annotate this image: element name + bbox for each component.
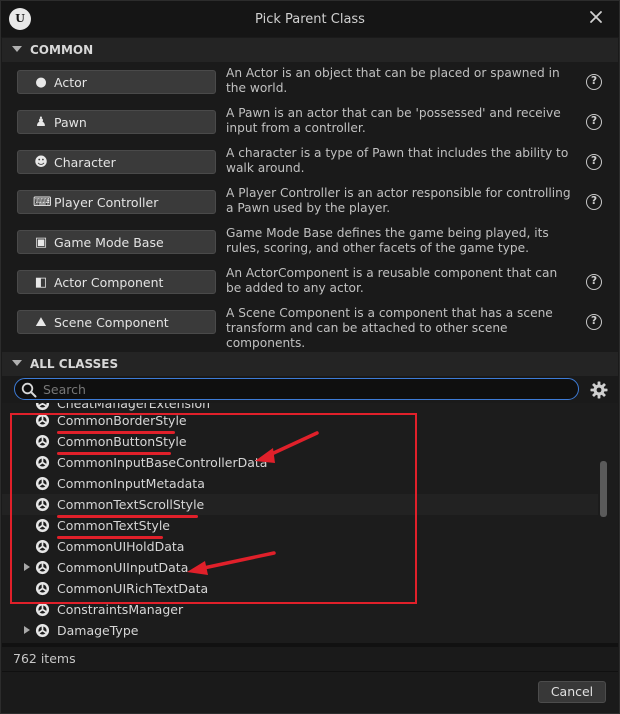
blueprint-class-icon: [35, 497, 50, 512]
close-icon: [590, 11, 602, 23]
class-description: A Pawn is an actor that can be 'possesse…: [226, 106, 561, 135]
class-name: CommonTextStyle: [57, 518, 170, 533]
class-list-row[interactable]: CommonTextScrollStyle: [2, 494, 598, 515]
horizontal-divider: [2, 643, 618, 647]
help-icon[interactable]: ?: [586, 314, 602, 330]
class-button-label: Player Controller: [54, 195, 159, 210]
select-class-button[interactable]: ⌨ Player Controller: [17, 190, 216, 214]
search-input[interactable]: [43, 380, 568, 398]
blueprint-class-icon: [35, 455, 50, 470]
class-button-label: Game Mode Base: [54, 235, 164, 250]
class-name: CommonInputMetadata: [57, 476, 205, 491]
class-button-label: Scene Component: [54, 315, 169, 330]
class-list-row[interactable]: CommonUIInputData: [2, 557, 598, 578]
common-class-row: ▣ Game Mode Base Game Mode Base defines th…: [2, 222, 618, 262]
title-bar: U Pick Parent Class: [1, 1, 619, 37]
footer-divider: [2, 671, 618, 672]
class-button-label: Actor Component: [54, 275, 164, 290]
help-icon[interactable]: ?: [586, 114, 602, 130]
scene-component-icon: ⛰: [35, 315, 47, 330]
chevron-down-icon: [12, 360, 22, 366]
class-name: DamageType: [57, 623, 139, 638]
blueprint-class-icon: [35, 560, 50, 575]
settings-gear-icon[interactable]: [590, 381, 608, 399]
class-description: Game Mode Base defines the game being pl…: [226, 226, 549, 255]
common-section-header[interactable]: COMMON: [2, 38, 618, 62]
common-class-row: ♟ Pawn A Pawn is an actor that can be 'pos…: [2, 102, 618, 142]
help-icon[interactable]: ?: [586, 74, 602, 90]
all-classes-section-header[interactable]: ALL CLASSES: [2, 352, 618, 376]
class-button-label: Actor: [54, 75, 87, 90]
common-class-row: ☻ Character A character is a type of Pawn …: [2, 142, 618, 182]
search-icon: [21, 382, 37, 398]
help-icon[interactable]: ?: [586, 274, 602, 290]
class-list-row[interactable]: CommonButtonStyle: [2, 431, 598, 452]
help-icon[interactable]: ?: [586, 194, 602, 210]
class-list-row[interactable]: CommonUIRichTextData: [2, 578, 598, 599]
class-list-row[interactable]: DamageType: [2, 620, 598, 641]
select-class-button[interactable]: ▣ Game Mode Base: [17, 230, 216, 254]
class-description: A Player Controller is an actor responsi…: [226, 186, 571, 215]
class-list[interactable]: CheatManagerExtension CommonBorderStyle Co…: [2, 403, 618, 643]
class-description: An ActorComponent is a reusable componen…: [226, 266, 558, 295]
select-class-button[interactable]: ⛰ Scene Component: [17, 310, 216, 334]
list-scrollbar[interactable]: [600, 461, 607, 517]
common-class-row: ◧ Actor Component An ActorComponent is a r…: [2, 262, 618, 302]
game-mode-icon: ▣: [34, 235, 48, 250]
common-class-row: ⛰ Scene Component A Scene Component is a c…: [2, 302, 618, 350]
pawn-icon: ♟: [35, 115, 47, 130]
blueprint-class-icon: [35, 434, 50, 449]
select-class-button[interactable]: ♟ Pawn: [17, 110, 216, 134]
class-description: A Scene Component is a component that ha…: [226, 306, 553, 350]
class-list-row[interactable]: CommonBorderStyle: [2, 410, 598, 431]
common-class-row: ● Actor An Actor is an object that can be …: [2, 62, 618, 102]
class-description: An Actor is an object that can be placed…: [226, 66, 560, 95]
chevron-right-icon[interactable]: [24, 563, 30, 571]
actor-component-icon: ◧: [34, 275, 48, 290]
all-classes-section-label: ALL CLASSES: [30, 357, 119, 371]
dialog-title: Pick Parent Class: [255, 12, 365, 27]
gamepad-icon: ⌨: [33, 195, 52, 210]
class-list-row[interactable]: CommonUIHoldData: [2, 536, 598, 557]
blueprint-class-icon: [35, 539, 50, 554]
class-list-row[interactable]: CommonInputMetadata: [2, 473, 598, 494]
blueprint-class-icon: [35, 623, 50, 638]
class-name: CommonButtonStyle: [57, 434, 187, 449]
help-icon[interactable]: ?: [586, 154, 602, 170]
select-class-button[interactable]: ◧ Actor Component: [17, 270, 216, 294]
class-name: CommonTextScrollStyle: [57, 497, 205, 512]
class-description: A character is a type of Pawn that inclu…: [226, 146, 569, 175]
chevron-down-icon: [12, 46, 22, 52]
actor-icon: ●: [35, 75, 47, 90]
common-class-row: ⌨ Player Controller A Player Controller is…: [2, 182, 618, 222]
class-button-label: Character: [54, 155, 116, 170]
class-button-label: Pawn: [54, 115, 87, 130]
chevron-right-icon[interactable]: [24, 626, 30, 634]
blueprint-class-icon: [35, 476, 50, 491]
character-icon: ☻: [34, 155, 48, 170]
class-list-row[interactable]: CommonInputBaseControllerData: [2, 452, 598, 473]
cancel-button[interactable]: Cancel: [538, 681, 606, 703]
class-name: ConstraintsManager: [57, 602, 184, 617]
class-name: CommonBorderStyle: [57, 413, 187, 428]
common-section-label: COMMON: [30, 43, 94, 57]
class-list-row[interactable]: ConstraintsManager: [2, 599, 598, 620]
close-button[interactable]: [585, 6, 607, 28]
select-class-button[interactable]: ☻ Character: [17, 150, 216, 174]
select-class-button[interactable]: ● Actor: [17, 70, 216, 94]
blueprint-class-icon: [35, 602, 50, 617]
item-count: 762 items: [13, 651, 76, 666]
class-name: CommonUIRichTextData: [57, 581, 209, 596]
class-name: CommonUIHoldData: [57, 539, 185, 554]
pick-parent-class-dialog: U Pick Parent Class COMMON ● Actor An Acto…: [0, 0, 620, 714]
search-box[interactable]: [14, 378, 579, 400]
class-name: CommonUIInputData: [57, 560, 189, 575]
class-name: CommonInputBaseControllerData: [57, 455, 268, 470]
blueprint-class-icon: [35, 581, 50, 596]
class-list-row[interactable]: CommonTextStyle: [2, 515, 598, 536]
blueprint-class-icon: [35, 413, 50, 428]
blueprint-class-icon: [35, 518, 50, 533]
